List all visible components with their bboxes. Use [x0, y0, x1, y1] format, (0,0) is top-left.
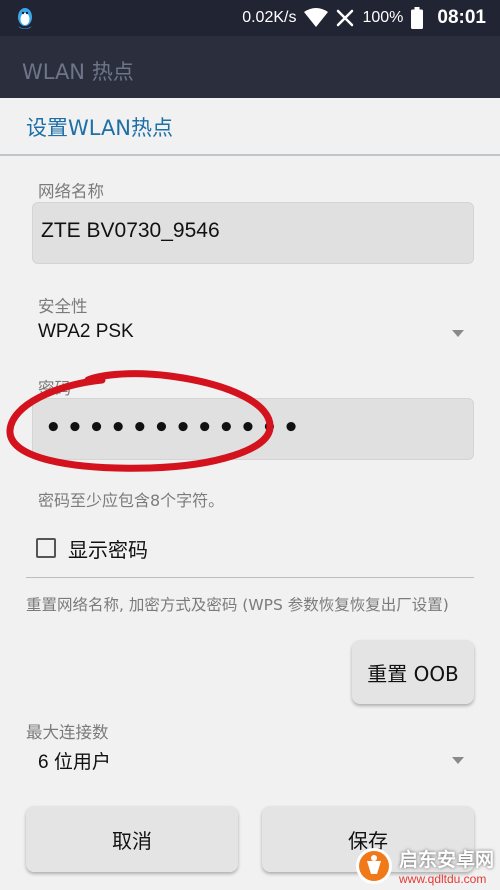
security-value: WPA2 PSK [38, 321, 134, 342]
chevron-down-icon [452, 757, 464, 764]
qq-penguin-icon [18, 8, 32, 29]
show-password-row[interactable]: 显示密码 [36, 534, 148, 562]
cancel-button[interactable]: 取消 [26, 806, 238, 872]
password-input[interactable]: •••••••••••• [32, 398, 474, 460]
password-value: •••••••••••• [45, 413, 305, 443]
no-signal-icon [337, 9, 354, 27]
reset-oob-button[interactable]: 重置 OOB [352, 640, 474, 704]
wifi-icon [304, 8, 329, 27]
chevron-down-icon [452, 330, 464, 337]
watermark-url: www.qdltdu.com [398, 872, 487, 886]
network-name-value: ZTE BV0730_9546 [41, 219, 220, 242]
battery-icon [411, 7, 424, 29]
status-bar: 0.02K/s 100% 08:01 [0, 0, 500, 36]
battery-percent: 100% [362, 9, 404, 26]
network-name-label: 网络名称 [38, 182, 104, 201]
watermark-logo-icon [355, 847, 392, 884]
reset-description: 重置网络名称, 加密方式及密码 (WPS 参数恢复恢复出厂设置) [26, 596, 449, 614]
watermark: 启东安卓网 www.qdltdu.com [355, 845, 494, 886]
network-speed: 0.02K/s [242, 9, 297, 26]
watermark-name: 启东安卓网 [398, 849, 494, 871]
dialog-title-divider [0, 154, 500, 156]
max-connections-label: 最大连接数 [26, 723, 109, 742]
max-connections-value: 6 位用户 [38, 752, 111, 773]
hotspot-settings-dialog: 设置WLAN热点 网络名称 ZTE BV0730_9546 安全性 WPA2 P… [0, 98, 500, 890]
password-label: 密码 [38, 379, 71, 398]
app-bar-title: WLAN 热点 [22, 60, 134, 84]
password-hint: 密码至少应包含8个字符。 [38, 491, 225, 510]
section-divider [26, 577, 474, 578]
network-name-input[interactable]: ZTE BV0730_9546 [32, 202, 474, 264]
show-password-checkbox[interactable] [36, 538, 56, 558]
security-label: 安全性 [38, 297, 88, 316]
show-password-label: 显示密码 [68, 537, 148, 562]
dialog-title: 设置WLAN热点 [26, 116, 174, 140]
max-connections-select[interactable]: 6 位用户 [30, 742, 474, 776]
security-select[interactable]: WPA2 PSK [30, 316, 474, 348]
app-bar: WLAN 热点 [0, 36, 500, 98]
status-time: 08:01 [437, 7, 486, 28]
